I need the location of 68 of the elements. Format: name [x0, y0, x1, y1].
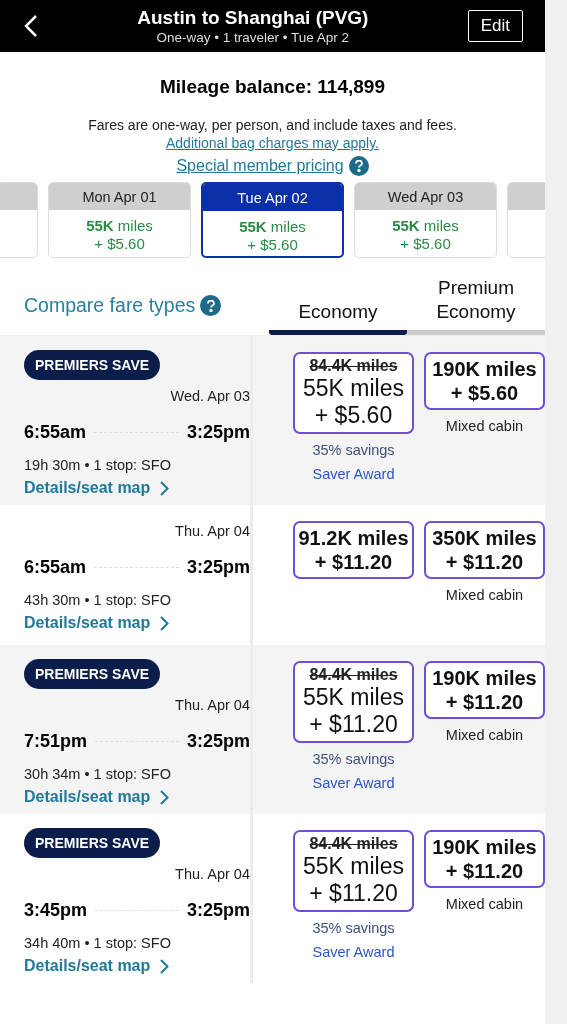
- flight-summary: 43h 30m • 1 stop: SFO: [24, 592, 172, 608]
- card-date: Tue Apr 02: [203, 184, 342, 211]
- chevron-right-icon: [160, 789, 170, 805]
- flight-date: Thu. Apr 04: [174, 866, 250, 882]
- trip-summary: One-way • 1 traveler • Tue Apr 2: [156, 30, 350, 45]
- flight-summary: 34h 40m • 1 stop: SFO: [24, 935, 172, 951]
- card-miles: 55K miles: [391, 217, 460, 235]
- savings-text: 35% savings: [312, 751, 395, 767]
- route-title: Austin to Shanghai (PVG): [137, 7, 369, 29]
- saver-award-label: Saver Award: [312, 466, 395, 482]
- savings-text: 35% savings: [312, 442, 395, 458]
- card-miles: 55K miles: [85, 217, 154, 235]
- help-icon[interactable]: [200, 295, 222, 316]
- depart-time: 3:45pm: [24, 900, 88, 921]
- edit-button[interactable]: Edit: [467, 10, 523, 42]
- compare-fare-types-link[interactable]: Compare fare types: [24, 294, 196, 317]
- card-fee: + $5.60: [93, 235, 146, 253]
- depart-time: 6:55am: [24, 557, 87, 578]
- saver-award-label: Saver Award: [312, 775, 395, 791]
- bag-charges-link[interactable]: Additional bag charges may apply.: [166, 135, 379, 151]
- fare-option[interactable]: 190K miles + $5.60: [424, 352, 545, 410]
- arrive-time: 3:25pm: [186, 900, 250, 921]
- flight-date: Thu. Apr 04: [174, 523, 250, 539]
- flight-summary: 19h 30m • 1 stop: SFO: [24, 457, 172, 473]
- fare-option[interactable]: 350K miles + $11.20: [424, 521, 545, 579]
- fare-option[interactable]: 84.4K miles 55K miles + $11.20: [293, 830, 414, 912]
- date-card[interactable]: Tue Apr 02 55K miles + $5.60: [201, 182, 344, 258]
- saver-award-label: Saver Award: [312, 944, 395, 960]
- flight-summary: 30h 34m • 1 stop: SFO: [24, 766, 172, 782]
- card-date: Wed Apr 03: [355, 183, 496, 210]
- member-pricing-link[interactable]: Special member pricing: [176, 157, 344, 175]
- mileage-balance: Mileage balance: 114,899: [159, 76, 386, 98]
- fare-option[interactable]: 84.4K miles 55K miles + $5.60: [293, 352, 414, 434]
- chevron-right-icon: [160, 958, 170, 974]
- arrive-time: 3:25pm: [186, 557, 250, 578]
- date-card[interactable]: Wed Apr 03 55K miles + $5.60: [354, 182, 497, 258]
- flight-date: Thu. Apr 04: [174, 697, 250, 713]
- card-miles: 55K miles: [238, 218, 307, 236]
- premiers-save-badge: PREMIERS SAVE: [24, 828, 161, 858]
- chevron-right-icon: [160, 480, 170, 496]
- cabin-note: Mixed cabin: [445, 587, 524, 603]
- date-card[interactable]: Mon Apr 01 55K miles + $5.60: [48, 182, 191, 258]
- depart-time: 6:55am: [24, 422, 87, 443]
- chevron-right-icon: [160, 615, 170, 631]
- details-link[interactable]: Details/seat map: [24, 788, 250, 806]
- cabin-note: Mixed cabin: [445, 896, 524, 912]
- help-icon[interactable]: [348, 156, 369, 176]
- savings-text: 35% savings: [312, 920, 395, 936]
- cabin-note: Mixed cabin: [445, 727, 524, 743]
- fare-notice: Fares are one-way, per person, and include taxes and fees. Additional bag charges may apply.: [87, 116, 458, 152]
- premiers-save-badge: PREMIERS SAVE: [24, 350, 161, 380]
- card-date: Mon Apr 01: [49, 183, 190, 210]
- arrive-time: 3:25pm: [186, 731, 250, 752]
- details-link[interactable]: Details/seat map: [24, 957, 250, 975]
- fare-option[interactable]: 91.2K miles + $11.20: [293, 521, 414, 579]
- card-fee: + $5.60: [399, 235, 452, 253]
- depart-time: 7:51pm: [24, 731, 88, 752]
- card-fee: + $5.60: [246, 236, 299, 254]
- flight-date: Wed. Apr 03: [169, 388, 250, 404]
- cabin-note: Mixed cabin: [445, 418, 524, 434]
- fare-option[interactable]: 84.4K miles 55K miles + $11.20: [293, 661, 414, 743]
- fare-option[interactable]: 190K miles + $11.20: [424, 661, 545, 719]
- back-icon[interactable]: [24, 14, 38, 38]
- details-link[interactable]: Details/seat map: [24, 479, 250, 497]
- premiers-save-badge: PREMIERS SAVE: [24, 659, 161, 689]
- details-link[interactable]: Details/seat map: [24, 614, 250, 632]
- fare-option[interactable]: 190K miles + $11.20: [424, 830, 545, 888]
- arrive-time: 3:25pm: [186, 422, 250, 443]
